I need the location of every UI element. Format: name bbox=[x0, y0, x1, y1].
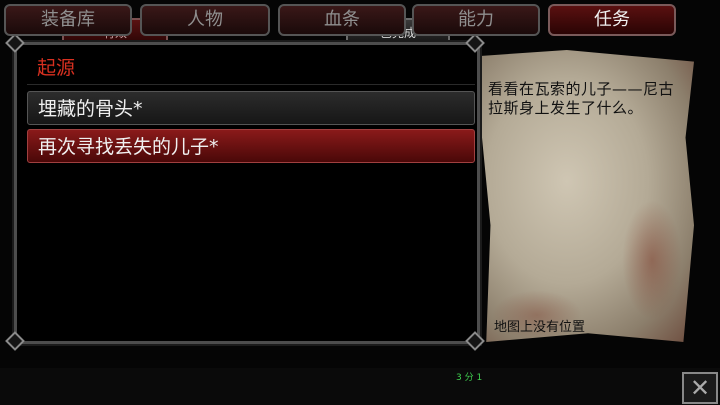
quest-item-find-lost-son[interactable]: 再次寻找丢失的儿子* bbox=[27, 129, 475, 163]
quest-list-panel: 起源 埋藏的骨头* 再次寻找丢失的儿子* bbox=[12, 40, 482, 346]
nav-button-abilities[interactable]: 能力 bbox=[412, 4, 540, 36]
bottom-navigation-bar bbox=[0, 368, 720, 405]
nav-button-inventory[interactable]: 装备库 bbox=[4, 4, 132, 36]
quest-description-text: 看看在瓦索的儿子——尼古拉斯身上发生了什么。 bbox=[488, 80, 675, 117]
map-location-note: 地图上没有位置 bbox=[494, 320, 586, 335]
nav-button-character[interactable]: 人物 bbox=[140, 4, 270, 36]
nav-button-quests[interactable]: 任务 bbox=[548, 4, 676, 36]
quest-chapter-header: 起源 bbox=[27, 51, 475, 85]
nav-button-blood[interactable]: 血条 bbox=[278, 4, 406, 36]
close-icon[interactable]: ✕ bbox=[682, 372, 718, 404]
blood-stain bbox=[622, 200, 682, 320]
quest-item-buried-bones[interactable]: 埋藏的骨头* bbox=[27, 91, 475, 125]
ability-points-counter: 3 分 1 bbox=[456, 373, 483, 383]
quest-description-parchment: 看看在瓦索的儿子——尼古拉斯身上发生了什么。 地图上没有位置 bbox=[482, 50, 694, 342]
